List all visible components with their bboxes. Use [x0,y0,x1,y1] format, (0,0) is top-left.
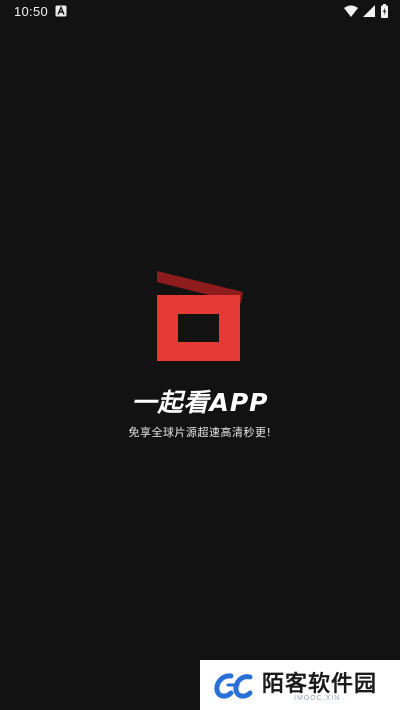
status-bar: 10:50 [0,0,400,24]
clapperboard-logo-icon [157,271,243,361]
watermark-logo-icon [214,673,253,699]
wifi-icon [344,5,358,17]
watermark: 陌客软件园 IMOOC.XIN [200,660,400,710]
notification-a-icon [55,5,67,17]
watermark-url: IMOOC.XIN [294,695,341,702]
app-title: 一起看APP [131,388,269,417]
watermark-name: 陌客软件园 [262,671,378,697]
signal-icon [363,5,375,17]
battery-icon [381,4,388,18]
app-tagline: 免享全球片源超速高清秒更! [128,426,272,439]
status-time: 10:50 [14,4,49,19]
